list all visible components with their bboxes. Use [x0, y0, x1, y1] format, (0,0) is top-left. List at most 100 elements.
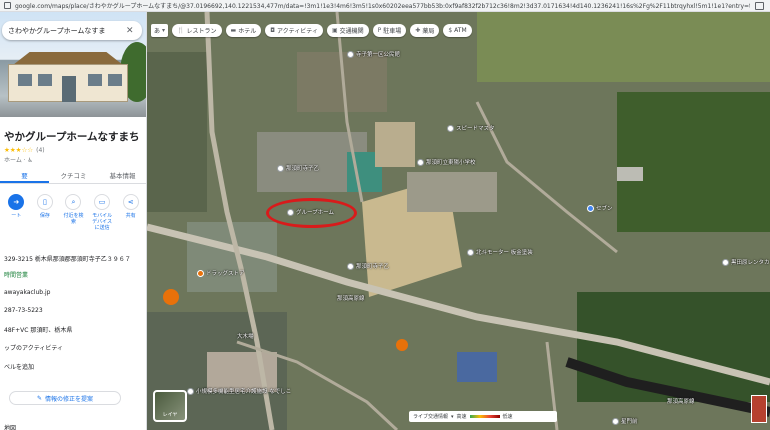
forest-area: [617, 92, 770, 232]
place-category[interactable]: ホーム · ♿: [4, 155, 33, 164]
address-line[interactable]: 329-3215 栃木県那須郡那須町寺子乙３９６７: [4, 254, 131, 263]
transit-icon: ▣: [331, 27, 338, 34]
chip-restaurant[interactable]: 🍴 レストラン: [172, 24, 222, 37]
phone-icon: ▭: [94, 194, 111, 210]
map-label-hanbai[interactable]: 那須町寺子乙: [277, 164, 319, 172]
action-buttons: ➜ ート ▯ 保存 ⌕ 付近を検索 ▭ モバイルデバイスに送信 ⋖ 共有: [0, 194, 146, 244]
layers-button[interactable]: レイヤ: [153, 390, 187, 422]
place-pin-icon: [187, 387, 194, 395]
save-button[interactable]: ▯ 保存: [33, 194, 57, 244]
map-label-kominkan[interactable]: 寺子第一区公民館: [347, 50, 400, 58]
chip-transit[interactable]: ▣ 交通機関: [326, 24, 369, 37]
road-label: 那須高原線: [337, 296, 365, 302]
place-title: やかグループホームなすまち: [4, 131, 140, 143]
building: [617, 167, 643, 181]
map-label-shop[interactable]: セブン: [587, 204, 613, 212]
photo-window: [88, 74, 102, 86]
hours-line[interactable]: 時間営業: [4, 270, 28, 279]
satellite-map[interactable]: あ ▾ 🍴 レストラン ▬ ホテル ◘ アクティビティ ▣ 交通機関 P 駐車場 ✚ 薬局 $…: [147, 12, 770, 430]
chip-parking[interactable]: P 駐車場: [372, 24, 407, 37]
map-label-pharmacy[interactable]: ドラッグストア: [197, 269, 245, 277]
traffic-light-marker: [163, 289, 179, 305]
place-tabs: 要 クチコミ 基本情報: [0, 169, 146, 184]
restaurant-icon: 🍴: [177, 27, 185, 34]
place-pin-icon: [347, 50, 354, 58]
photo-door: [62, 76, 76, 102]
search-box[interactable]: さわやかグループホームなすま ✕: [2, 21, 142, 40]
plus-code-line[interactable]: 48F+VC 那須町、栃木県: [4, 325, 72, 334]
rating-row[interactable]: ★★★☆☆ (4): [4, 146, 45, 154]
pharmacy-icon: ✚: [415, 27, 421, 34]
traffic-light-marker: [396, 339, 408, 351]
rating-count[interactable]: (4): [36, 147, 45, 154]
category-chips: あ ▾ 🍴 レストラン ▬ ホテル ◘ アクティビティ ▣ 交通機関 P 駐車場 ✚ 薬局 $…: [151, 24, 472, 37]
field-area: [477, 12, 770, 82]
highlight-circle: [266, 198, 357, 228]
map-label-speed[interactable]: スピードマスタ: [447, 124, 495, 132]
atm-icon: $: [448, 27, 453, 34]
street-view-thumbnail[interactable]: [751, 395, 767, 423]
hotel-icon: ▬: [230, 27, 237, 34]
suggest-edit-button[interactable]: ✎ 情報の修正を提案: [9, 391, 121, 405]
tab-about[interactable]: 基本情報: [98, 169, 146, 183]
close-icon[interactable]: ✕: [126, 26, 134, 36]
rating-stars: ★★★☆☆: [4, 146, 34, 154]
map-label-motor[interactable]: 北斗モーター 板金塗装: [467, 248, 533, 256]
forest-area: [577, 292, 770, 402]
share-icon: ⋖: [122, 194, 139, 210]
road-label: 那須高原線: [667, 399, 695, 405]
shop-pin-icon: [587, 204, 594, 212]
chip-activity[interactable]: ◘ アクティビティ: [265, 24, 323, 37]
place-pin-icon: [277, 164, 284, 172]
chip-atm[interactable]: $ ATM: [443, 24, 472, 37]
window-button[interactable]: [755, 2, 764, 10]
caret-icon: ▾: [451, 413, 454, 420]
website-line[interactable]: awayakaclub.jp: [4, 289, 51, 296]
place-pin-icon: [467, 248, 474, 256]
map-label-kaigo[interactable]: 小規模多機能型居宅介護施設 なでしこ: [187, 387, 291, 395]
bookmark-icon: ▯: [36, 194, 53, 210]
browser-address-bar[interactable]: google.com/maps/place/さわやかグループホームなすまち/@3…: [0, 0, 770, 12]
directions-button[interactable]: ➜ ート: [4, 194, 28, 244]
road-label: 大木場: [237, 334, 254, 340]
phone-line[interactable]: 287-73-5223: [4, 307, 43, 314]
tab-overview[interactable]: 要: [0, 169, 49, 183]
url-text[interactable]: google.com/maps/place/さわやかグループホームなすまち/@3…: [15, 1, 750, 10]
place-pin-icon: [447, 124, 454, 132]
send-to-phone-button[interactable]: ▭ モバイルデバイスに送信: [90, 194, 114, 244]
add-label-line[interactable]: ベルを追加: [4, 362, 34, 371]
map-label-kiyoshi[interactable]: 那須町寺子乙: [347, 262, 389, 270]
camera-icon: ◘: [270, 27, 275, 34]
panel-footer: 地図: [4, 425, 17, 430]
photo-window: [108, 74, 122, 86]
school-pin-icon: [417, 158, 424, 166]
place-pin-icon: [347, 262, 354, 270]
photo-window: [38, 74, 52, 86]
search-input[interactable]: さわやかグループホームなすま: [8, 26, 120, 36]
station-pin-icon: [612, 417, 619, 425]
map-label-rent[interactable]: 黒田原レンタカー: [722, 258, 770, 266]
town-area: [147, 52, 207, 212]
map-label-station[interactable]: 星門前: [612, 417, 638, 425]
share-button[interactable]: ⋖ 共有: [119, 194, 143, 244]
place-pin-icon: [722, 258, 729, 266]
nearby-icon: ⌕: [65, 194, 82, 210]
photo-window: [18, 74, 32, 86]
pencil-icon: ✎: [36, 394, 42, 402]
chip-hotel[interactable]: ▬ ホテル: [225, 24, 262, 37]
caret-icon: ▾: [162, 27, 166, 34]
map-label-school[interactable]: 那須町立東陽小学校: [417, 158, 476, 166]
activity-line[interactable]: ップのアクティビティ: [4, 343, 63, 352]
directions-icon: ➜: [8, 194, 25, 210]
chip-pharmacy[interactable]: ✚ 薬局: [410, 24, 440, 37]
pharmacy-pin-icon: [197, 269, 204, 277]
nearby-button[interactable]: ⌕ 付近を検索: [61, 194, 85, 244]
school-building: [407, 172, 497, 212]
language-chip[interactable]: あ ▾: [151, 24, 169, 37]
traffic-legend[interactable]: ライブ交通情報 ▾ 高速 低速: [409, 411, 557, 422]
school-court: [375, 122, 415, 167]
traffic-gradient: [469, 415, 500, 418]
tab-reviews[interactable]: クチコミ: [49, 169, 98, 183]
parking-icon: P: [377, 27, 382, 34]
lock-icon: [4, 2, 11, 9]
